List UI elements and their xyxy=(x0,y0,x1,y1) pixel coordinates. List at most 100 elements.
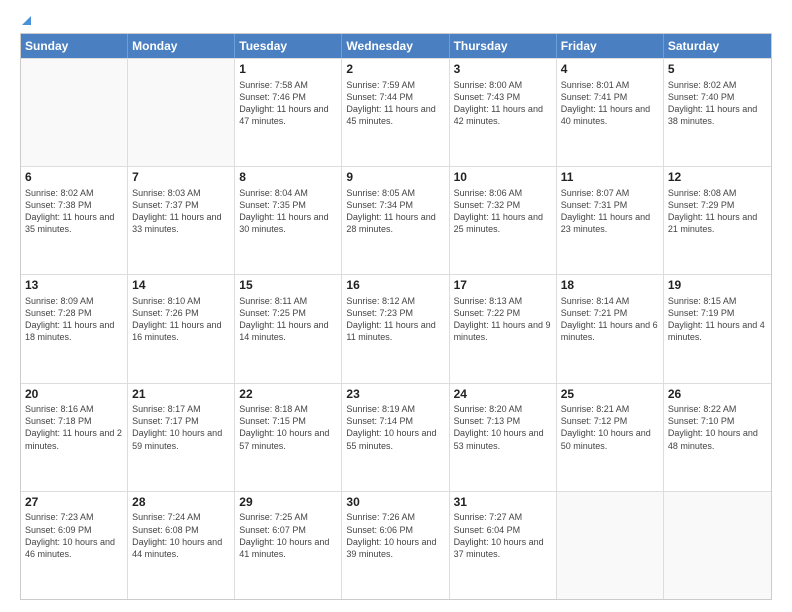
cell-info: Sunrise: 8:13 AMSunset: 7:22 PMDaylight:… xyxy=(454,295,552,344)
calendar-cell: 24Sunrise: 8:20 AMSunset: 7:13 PMDayligh… xyxy=(450,384,557,491)
day-number: 11 xyxy=(561,170,659,186)
calendar-cell: 7Sunrise: 8:03 AMSunset: 7:37 PMDaylight… xyxy=(128,167,235,274)
calendar-cell: 20Sunrise: 8:16 AMSunset: 7:18 PMDayligh… xyxy=(21,384,128,491)
calendar-week-2: 6Sunrise: 8:02 AMSunset: 7:38 PMDaylight… xyxy=(21,166,771,274)
day-number: 6 xyxy=(25,170,123,186)
day-number: 17 xyxy=(454,278,552,294)
calendar: SundayMondayTuesdayWednesdayThursdayFrid… xyxy=(20,33,772,600)
cell-info: Sunrise: 8:05 AMSunset: 7:34 PMDaylight:… xyxy=(346,187,444,236)
day-number: 29 xyxy=(239,495,337,511)
logo xyxy=(20,16,31,25)
day-number: 7 xyxy=(132,170,230,186)
calendar-week-1: 1Sunrise: 7:58 AMSunset: 7:46 PMDaylight… xyxy=(21,58,771,166)
weekday-header-monday: Monday xyxy=(128,34,235,58)
calendar-body: 1Sunrise: 7:58 AMSunset: 7:46 PMDaylight… xyxy=(21,58,771,599)
day-number: 28 xyxy=(132,495,230,511)
day-number: 10 xyxy=(454,170,552,186)
cell-info: Sunrise: 8:07 AMSunset: 7:31 PMDaylight:… xyxy=(561,187,659,236)
day-number: 12 xyxy=(668,170,767,186)
weekday-header-sunday: Sunday xyxy=(21,34,128,58)
calendar-cell: 26Sunrise: 8:22 AMSunset: 7:10 PMDayligh… xyxy=(664,384,771,491)
calendar-week-3: 13Sunrise: 8:09 AMSunset: 7:28 PMDayligh… xyxy=(21,274,771,382)
calendar-cell: 23Sunrise: 8:19 AMSunset: 7:14 PMDayligh… xyxy=(342,384,449,491)
day-number: 9 xyxy=(346,170,444,186)
day-number: 25 xyxy=(561,387,659,403)
day-number: 19 xyxy=(668,278,767,294)
cell-info: Sunrise: 8:06 AMSunset: 7:32 PMDaylight:… xyxy=(454,187,552,236)
day-number: 2 xyxy=(346,62,444,78)
calendar-cell: 30Sunrise: 7:26 AMSunset: 6:06 PMDayligh… xyxy=(342,492,449,599)
day-number: 30 xyxy=(346,495,444,511)
calendar-cell xyxy=(557,492,664,599)
day-number: 1 xyxy=(239,62,337,78)
calendar-cell: 9Sunrise: 8:05 AMSunset: 7:34 PMDaylight… xyxy=(342,167,449,274)
calendar-cell: 31Sunrise: 7:27 AMSunset: 6:04 PMDayligh… xyxy=(450,492,557,599)
day-number: 21 xyxy=(132,387,230,403)
calendar-cell: 8Sunrise: 8:04 AMSunset: 7:35 PMDaylight… xyxy=(235,167,342,274)
cell-info: Sunrise: 8:12 AMSunset: 7:23 PMDaylight:… xyxy=(346,295,444,344)
day-number: 4 xyxy=(561,62,659,78)
weekday-header-tuesday: Tuesday xyxy=(235,34,342,58)
calendar-cell: 18Sunrise: 8:14 AMSunset: 7:21 PMDayligh… xyxy=(557,275,664,382)
day-number: 3 xyxy=(454,62,552,78)
calendar-week-5: 27Sunrise: 7:23 AMSunset: 6:09 PMDayligh… xyxy=(21,491,771,599)
day-number: 16 xyxy=(346,278,444,294)
cell-info: Sunrise: 8:03 AMSunset: 7:37 PMDaylight:… xyxy=(132,187,230,236)
cell-info: Sunrise: 8:20 AMSunset: 7:13 PMDaylight:… xyxy=(454,403,552,452)
calendar-cell: 10Sunrise: 8:06 AMSunset: 7:32 PMDayligh… xyxy=(450,167,557,274)
calendar-cell xyxy=(664,492,771,599)
calendar-cell: 28Sunrise: 7:24 AMSunset: 6:08 PMDayligh… xyxy=(128,492,235,599)
day-number: 8 xyxy=(239,170,337,186)
cell-info: Sunrise: 7:27 AMSunset: 6:04 PMDaylight:… xyxy=(454,511,552,560)
calendar-cell: 13Sunrise: 8:09 AMSunset: 7:28 PMDayligh… xyxy=(21,275,128,382)
logo-triangle-icon xyxy=(22,16,31,25)
calendar-cell: 5Sunrise: 8:02 AMSunset: 7:40 PMDaylight… xyxy=(664,59,771,166)
calendar-cell: 27Sunrise: 7:23 AMSunset: 6:09 PMDayligh… xyxy=(21,492,128,599)
day-number: 13 xyxy=(25,278,123,294)
day-number: 23 xyxy=(346,387,444,403)
cell-info: Sunrise: 8:02 AMSunset: 7:38 PMDaylight:… xyxy=(25,187,123,236)
cell-info: Sunrise: 8:01 AMSunset: 7:41 PMDaylight:… xyxy=(561,79,659,128)
cell-info: Sunrise: 8:15 AMSunset: 7:19 PMDaylight:… xyxy=(668,295,767,344)
calendar-cell: 25Sunrise: 8:21 AMSunset: 7:12 PMDayligh… xyxy=(557,384,664,491)
cell-info: Sunrise: 7:24 AMSunset: 6:08 PMDaylight:… xyxy=(132,511,230,560)
day-number: 20 xyxy=(25,387,123,403)
calendar-cell: 21Sunrise: 8:17 AMSunset: 7:17 PMDayligh… xyxy=(128,384,235,491)
calendar-cell xyxy=(128,59,235,166)
calendar-cell: 4Sunrise: 8:01 AMSunset: 7:41 PMDaylight… xyxy=(557,59,664,166)
cell-info: Sunrise: 8:14 AMSunset: 7:21 PMDaylight:… xyxy=(561,295,659,344)
cell-info: Sunrise: 8:16 AMSunset: 7:18 PMDaylight:… xyxy=(25,403,123,452)
cell-info: Sunrise: 7:25 AMSunset: 6:07 PMDaylight:… xyxy=(239,511,337,560)
cell-info: Sunrise: 8:21 AMSunset: 7:12 PMDaylight:… xyxy=(561,403,659,452)
cell-info: Sunrise: 8:18 AMSunset: 7:15 PMDaylight:… xyxy=(239,403,337,452)
day-number: 15 xyxy=(239,278,337,294)
cell-info: Sunrise: 8:10 AMSunset: 7:26 PMDaylight:… xyxy=(132,295,230,344)
day-number: 22 xyxy=(239,387,337,403)
day-number: 14 xyxy=(132,278,230,294)
day-number: 31 xyxy=(454,495,552,511)
cell-info: Sunrise: 8:08 AMSunset: 7:29 PMDaylight:… xyxy=(668,187,767,236)
calendar-cell: 11Sunrise: 8:07 AMSunset: 7:31 PMDayligh… xyxy=(557,167,664,274)
day-number: 26 xyxy=(668,387,767,403)
calendar-cell: 19Sunrise: 8:15 AMSunset: 7:19 PMDayligh… xyxy=(664,275,771,382)
cell-info: Sunrise: 8:19 AMSunset: 7:14 PMDaylight:… xyxy=(346,403,444,452)
cell-info: Sunrise: 8:11 AMSunset: 7:25 PMDaylight:… xyxy=(239,295,337,344)
cell-info: Sunrise: 8:22 AMSunset: 7:10 PMDaylight:… xyxy=(668,403,767,452)
header xyxy=(20,16,772,25)
cell-info: Sunrise: 8:02 AMSunset: 7:40 PMDaylight:… xyxy=(668,79,767,128)
weekday-header-thursday: Thursday xyxy=(450,34,557,58)
cell-info: Sunrise: 8:09 AMSunset: 7:28 PMDaylight:… xyxy=(25,295,123,344)
calendar-week-4: 20Sunrise: 8:16 AMSunset: 7:18 PMDayligh… xyxy=(21,383,771,491)
calendar-cell: 3Sunrise: 8:00 AMSunset: 7:43 PMDaylight… xyxy=(450,59,557,166)
calendar-cell: 1Sunrise: 7:58 AMSunset: 7:46 PMDaylight… xyxy=(235,59,342,166)
calendar-cell xyxy=(21,59,128,166)
calendar-header: SundayMondayTuesdayWednesdayThursdayFrid… xyxy=(21,34,771,58)
calendar-cell: 12Sunrise: 8:08 AMSunset: 7:29 PMDayligh… xyxy=(664,167,771,274)
calendar-cell: 6Sunrise: 8:02 AMSunset: 7:38 PMDaylight… xyxy=(21,167,128,274)
day-number: 27 xyxy=(25,495,123,511)
calendar-cell: 17Sunrise: 8:13 AMSunset: 7:22 PMDayligh… xyxy=(450,275,557,382)
cell-info: Sunrise: 7:59 AMSunset: 7:44 PMDaylight:… xyxy=(346,79,444,128)
calendar-cell: 29Sunrise: 7:25 AMSunset: 6:07 PMDayligh… xyxy=(235,492,342,599)
day-number: 18 xyxy=(561,278,659,294)
cell-info: Sunrise: 8:00 AMSunset: 7:43 PMDaylight:… xyxy=(454,79,552,128)
